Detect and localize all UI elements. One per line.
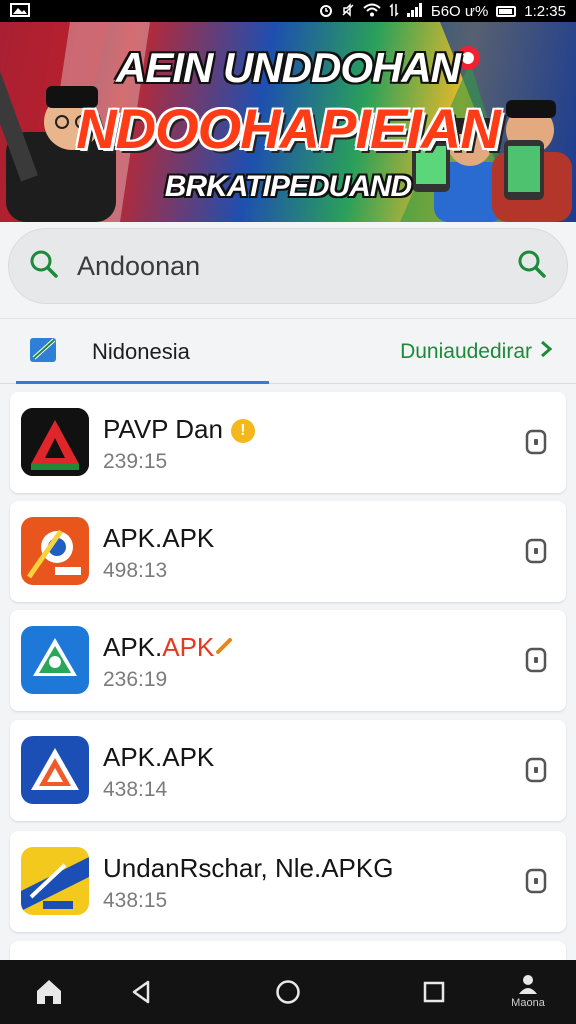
search-icon: [29, 249, 59, 284]
back-icon[interactable]: [112, 960, 170, 1024]
list-item[interactable]: PAVP Dan! 239:15: [10, 392, 566, 493]
tab-nidonesia[interactable]: Nidonesia: [28, 319, 190, 385]
search-icon[interactable]: [517, 249, 547, 284]
app-meta: 498:13: [103, 559, 168, 582]
pencil-icon: [214, 632, 236, 662]
promo-banner[interactable]: AEIN UNDDOHAN NDOOHAPIEIAN BRKATIPEDUAND: [0, 22, 576, 222]
lock-icon[interactable]: [524, 428, 548, 456]
recents-icon[interactable]: [405, 960, 463, 1024]
profile-label: Maona: [511, 997, 545, 1009]
system-nav-bar: Maona: [0, 960, 576, 1024]
list-item[interactable]: APK.APK 498:13: [10, 501, 566, 602]
search-input[interactable]: Andoonan: [77, 251, 517, 282]
app-name: APK.APK: [103, 632, 236, 663]
lock-icon[interactable]: [524, 537, 548, 565]
battery-icon: [496, 5, 517, 17]
tab-label: Nidonesia: [92, 339, 190, 364]
app-name: APK.APK: [103, 523, 215, 553]
app-screen: Б6О ư% 1:2:35 AEIN UNDDOHAN NDOOHAPIEIAN…: [0, 0, 576, 1024]
search-bar[interactable]: Andoonan: [8, 228, 568, 304]
lock-icon[interactable]: [524, 646, 548, 674]
flag-tile-icon: [28, 336, 60, 369]
banner-title-line2: NDOOHAPIEIAN: [76, 97, 501, 160]
app-name: PAVP Dan!: [103, 414, 255, 445]
alert-badge-icon: !: [230, 419, 255, 443]
app-meta: 438:15: [103, 889, 168, 912]
orange-sunrise-app-icon: [21, 517, 89, 585]
active-tab-indicator: [16, 381, 269, 384]
status-right: Б6О ư% 1:2:35: [319, 3, 566, 20]
yellow-blue-stripe-app-icon: [21, 847, 89, 915]
red-triangle-app-icon: [21, 408, 89, 476]
lock-icon[interactable]: [524, 867, 548, 895]
alarm-icon: [319, 3, 333, 19]
chevron-right-icon: [540, 340, 553, 364]
see-more-label: Duniaudedirar: [400, 340, 532, 363]
app-name: APK.APK: [103, 742, 215, 772]
data-arrows-icon: [389, 3, 399, 19]
green-recycle-app-icon: [21, 626, 89, 694]
app-meta: 239:15: [103, 450, 168, 473]
tab-bar: Nidonesia Duniaudedirar: [0, 318, 576, 384]
signal-icon: [406, 3, 423, 19]
list-item[interactable]: APK.APK 236:19: [10, 610, 566, 711]
banner-title-line1: AEIN UNDDOHAN: [116, 44, 461, 91]
app-name: UndanRschar, Nle.APKG: [103, 853, 394, 883]
home-circle-icon[interactable]: [259, 960, 317, 1024]
banner-subtitle: BRKATIPEDUAND: [164, 170, 412, 203]
list-item[interactable]: APK.APK 438:14: [10, 720, 566, 821]
blue-orange-triangle-app-icon: [21, 736, 89, 804]
battery-percent: Б6О ư%: [430, 2, 489, 20]
lock-icon[interactable]: [524, 756, 548, 784]
picture-notification-icon: [10, 3, 30, 19]
profile-icon[interactable]: [503, 960, 553, 1024]
mute-icon: [341, 3, 355, 19]
see-more-link[interactable]: Duniaudedirar: [400, 319, 553, 385]
wifi-icon: [363, 3, 381, 19]
app-meta: 438:14: [103, 778, 168, 801]
main-content: Andoonan Nidonesia Duniaudedirar PAVP Da…: [0, 222, 576, 971]
clock: 1:2:35: [524, 2, 566, 20]
app-meta: 236:19: [103, 668, 168, 691]
home-icon[interactable]: [20, 960, 78, 1024]
status-bar: Б6О ư% 1:2:35: [0, 0, 576, 22]
list-item[interactable]: UndanRschar, Nle.APKG 438:15: [10, 831, 566, 932]
